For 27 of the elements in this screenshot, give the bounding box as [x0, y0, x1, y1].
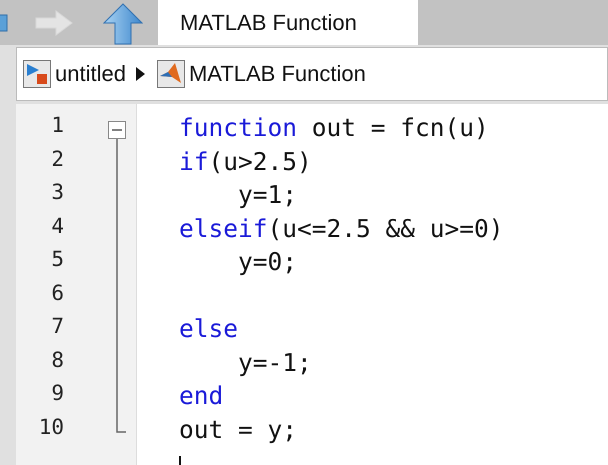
- line-number: 9: [50, 381, 64, 407]
- code-line: else: [179, 314, 238, 343]
- caret-icon: [136, 67, 145, 81]
- line-number: 3: [50, 180, 64, 206]
- line-number: 4: [50, 214, 64, 240]
- code-line: end: [179, 381, 224, 410]
- code-line: elseif(u<=2.5 && u>=0): [179, 214, 504, 242]
- line-number: 1: [50, 113, 64, 139]
- fold-toggle-icon[interactable]: [108, 121, 126, 139]
- editor-tab[interactable]: MATLAB Function: [158, 0, 418, 45]
- breadcrumb-item[interactable]: untitled: [55, 61, 126, 87]
- code-line: y=0;: [237, 247, 298, 276]
- line-number: 8: [50, 348, 64, 374]
- line-number: 5: [50, 247, 64, 273]
- breadcrumb-item[interactable]: MATLAB Function: [188, 61, 366, 87]
- up-arrow-icon[interactable]: [103, 3, 143, 45]
- line-number: 6: [50, 280, 64, 306]
- code-line: function out = fcn(u): [179, 113, 489, 142]
- line-number: 2: [50, 146, 64, 172]
- function-icon: [156, 60, 185, 88]
- line-number: 10: [38, 414, 64, 440]
- model-icon: [23, 60, 51, 88]
- code-line: out = y;: [179, 414, 298, 444]
- code-line: if(u>2.5): [179, 146, 312, 176]
- code-line: y=-1;: [237, 348, 312, 376]
- code-line: y=1;: [237, 180, 298, 209]
- line-number: 7: [50, 314, 64, 340]
